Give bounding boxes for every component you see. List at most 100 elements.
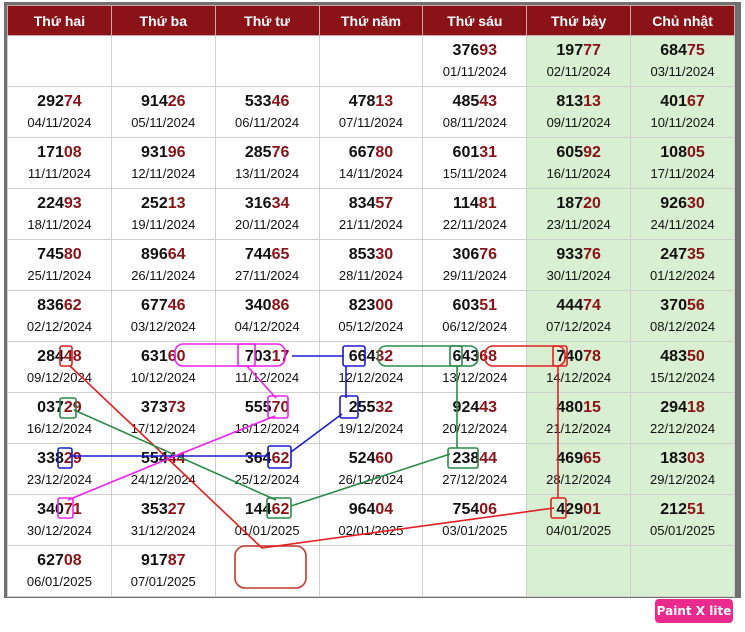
number-tail-digits: 68 [479,348,498,365]
day-cell: 35327 31/12/2024 [110,494,216,546]
day-cell: 17108 11/11/2024 [7,137,112,189]
draw-date: 21/12/2024 [546,421,612,436]
lottery-number: 40167 [631,92,734,112]
day-cell: 42901 04/01/2025 [526,494,632,546]
day-cell: 46965 28/12/2024 [526,443,632,495]
number-tail-digits: 43 [479,93,498,110]
lottery-number: 48350 [631,347,734,367]
empty-day-cell [318,35,424,87]
lottery-number: 17108 [8,143,111,163]
draw-date: 23/11/2024 [546,217,611,232]
number-head-digits: 896 [141,246,168,263]
number-tail-digits: 05 [686,144,705,161]
number-head-digits: 108 [660,144,687,161]
lottery-number: 44474 [527,296,630,316]
lottery-number: 93376 [527,245,630,265]
draw-date: 31/12/2024 [130,523,196,538]
number-tail-digits: 62 [271,501,290,518]
number-head-digits: 373 [141,399,168,416]
number-head-digits: 836 [37,297,64,314]
lottery-number: 89664 [112,245,215,265]
draw-date: 07/11/2024 [338,115,403,130]
number-head-digits: 483 [660,348,687,365]
number-head-digits: 187 [556,195,584,212]
draw-date: 01/12/2024 [649,268,716,283]
day-cell: 60131 15/11/2024 [422,137,528,189]
number-head-digits: 444 [556,297,584,314]
day-cell: 83662 02/12/2024 [7,290,112,342]
draw-date: 14/11/2024 [338,166,403,181]
lottery-number: 25213 [112,194,215,214]
day-cell: 55570 18/12/2024 [214,392,320,444]
number-head-digits: 627 [37,552,64,569]
number-head-digits: 224 [37,195,64,212]
day-cell: 21251 05/01/2025 [630,494,735,546]
draw-date: 28/11/2024 [338,268,403,283]
draw-date: 29/12/2024 [649,472,716,487]
number-tail-digits: 93 [479,42,498,59]
lottery-number: 52460 [320,449,423,469]
draw-date: 21/11/2024 [338,217,403,232]
lottery-number: 83457 [320,194,423,214]
draw-date: 27/11/2024 [235,268,300,283]
number-tail-digits: 93 [63,195,82,212]
week-row: 62708 06/01/2025 91787 07/01/2025 [7,545,735,597]
week-row: 33829 23/12/2024 55444 24/12/2024 36462 25/12… [7,443,735,495]
draw-date: 10/11/2024 [650,115,715,130]
lottery-number: 60131 [423,143,526,163]
draw-date: 02/01/2025 [338,523,404,538]
lottery-number: 30676 [423,245,526,265]
draw-date: 28/12/2024 [546,472,612,487]
number-tail-digits: 43 [479,399,498,416]
lottery-number: 81313 [527,92,630,112]
day-cell: 36462 25/12/2024 [214,443,320,495]
number-tail-digits: 71 [63,501,82,518]
draw-date: 05/11/2024 [131,115,196,130]
day-cell: 29418 22/12/2024 [630,392,735,444]
number-tail-digits: 81 [478,195,497,212]
number-tail-digits: 60 [167,348,186,365]
calendar-body: 37693 01/11/2024 19777 02/11/2024 68475 03/11… [7,35,735,597]
day-cell: 34071 30/12/2024 [7,494,112,546]
draw-date: 02/12/2024 [26,319,92,334]
number-tail-digits: 60 [375,450,394,467]
number-head-digits: 524 [348,450,376,467]
day-cell: 83457 21/11/2024 [318,188,424,240]
number-head-digits: 485 [452,93,480,110]
day-cell: 37056 08/12/2024 [630,290,735,342]
draw-date: 30/12/2024 [26,523,92,538]
empty-day-cell [214,545,320,597]
number-tail-digits: 29 [63,399,82,416]
number-tail-digits: 56 [686,297,705,314]
number-head-digits: 480 [556,399,584,416]
draw-date: 06/01/2025 [26,574,92,589]
number-tail-digits: 13 [375,93,394,110]
draw-date: 19/12/2024 [338,421,404,436]
paint-x-lite-logo: Paint X lite [655,599,733,623]
lottery-number: 11481 [423,194,526,214]
lottery-number: 82300 [320,296,423,316]
number-head-digits: 684 [660,42,687,59]
draw-date: 26/11/2024 [131,268,196,283]
number-tail-digits: 29 [63,450,82,467]
number-tail-digits: 32 [375,348,394,365]
lottery-number: 18720 [527,194,630,214]
day-cell: 63160 10/12/2024 [110,341,216,393]
number-head-digits: 853 [348,246,376,263]
lottery-number: 85330 [320,245,423,265]
number-tail-digits: 08 [63,552,82,569]
number-head-digits: 353 [141,501,168,518]
number-tail-digits: 35 [686,246,705,263]
draw-date: 20/12/2024 [442,421,508,436]
draw-date: 18/12/2024 [234,421,300,436]
lottery-number: 28448 [8,347,111,367]
lottery-number: 74078 [527,347,630,367]
number-head-digits: 370 [660,297,687,314]
lottery-number: 55444 [112,449,215,469]
lottery-number: 70317 [216,347,319,367]
number-tail-digits: 62 [63,297,82,314]
number-head-digits: 667 [348,144,376,161]
number-head-digits: 554 [141,450,168,467]
day-cell: 74465 27/11/2024 [214,239,320,291]
number-tail-digits: 62 [271,450,290,467]
